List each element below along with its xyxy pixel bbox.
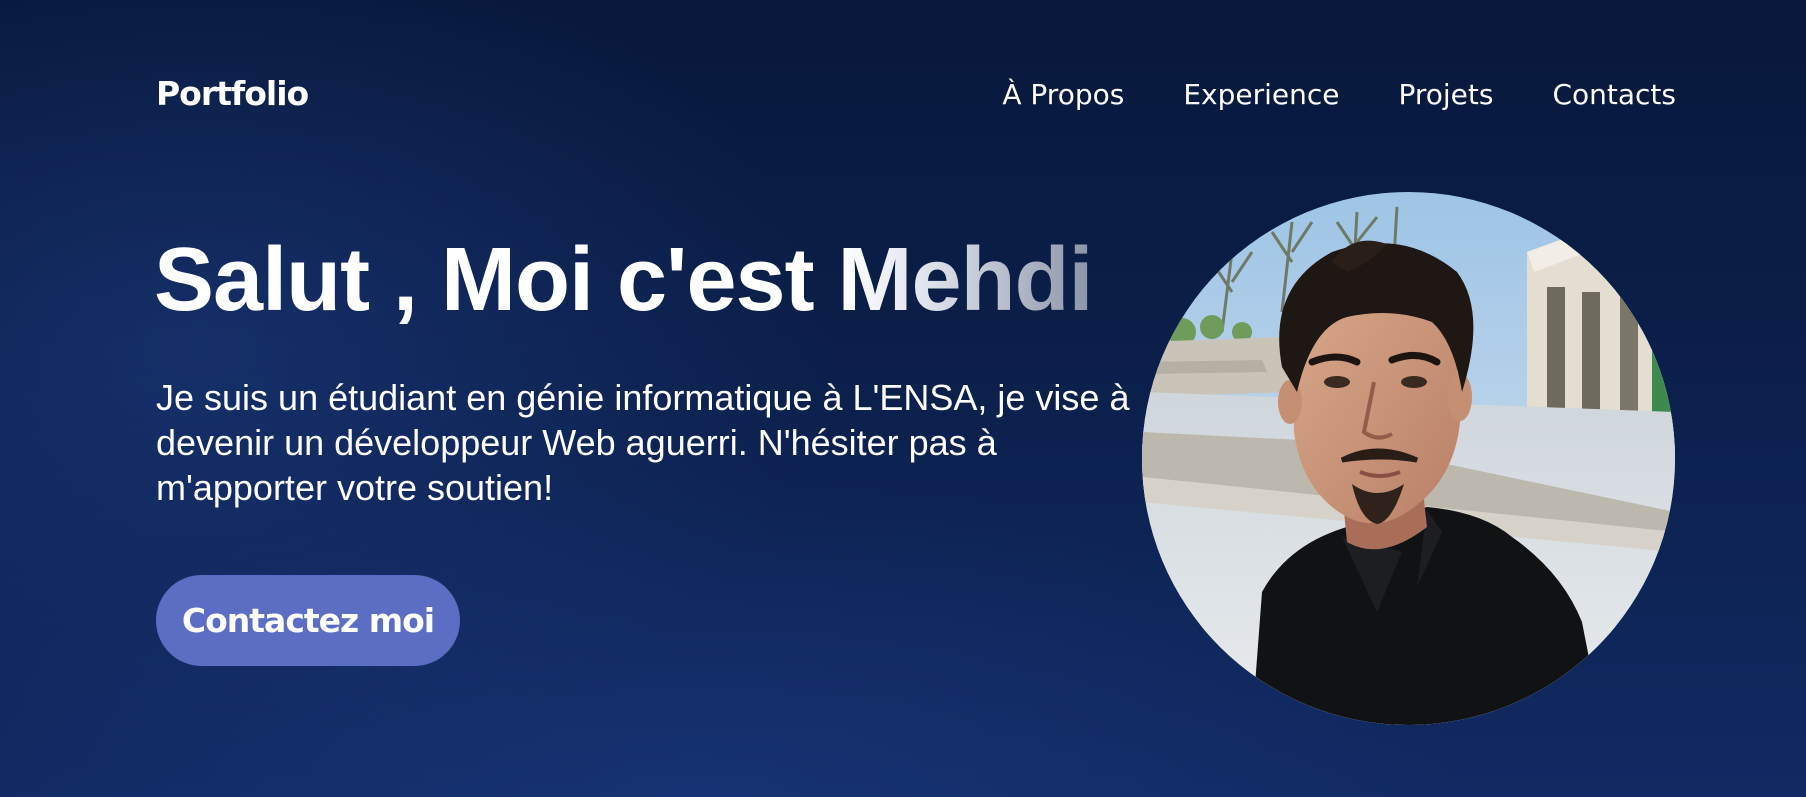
hero-title: Salut , Moi c'est Mehdi xyxy=(154,228,1094,332)
nav-link-contacts[interactable]: Contacts xyxy=(1552,78,1676,111)
profile-photo xyxy=(1142,192,1675,725)
portfolio-page: Portfolio À Propos Experience Projets Co… xyxy=(0,0,1806,797)
logo[interactable]: Portfolio xyxy=(156,74,309,113)
nav-link-projets[interactable]: Projets xyxy=(1398,78,1493,111)
nav-link-a-propos[interactable]: À Propos xyxy=(1002,78,1124,111)
hero-title-name: Mehdi xyxy=(837,230,1094,330)
nav-link-experience[interactable]: Experience xyxy=(1183,78,1339,111)
profile-photo-illustration xyxy=(1142,192,1675,725)
hero-title-prefix: Salut , Moi c'est xyxy=(154,230,838,330)
contact-me-button[interactable]: Contactez moi xyxy=(156,575,460,666)
navbar: Portfolio À Propos Experience Projets Co… xyxy=(156,70,1676,120)
hero-description: Je suis un étudiant en génie informatiqu… xyxy=(156,377,1130,508)
nav-links: À Propos Experience Projets Contacts xyxy=(1002,78,1676,111)
